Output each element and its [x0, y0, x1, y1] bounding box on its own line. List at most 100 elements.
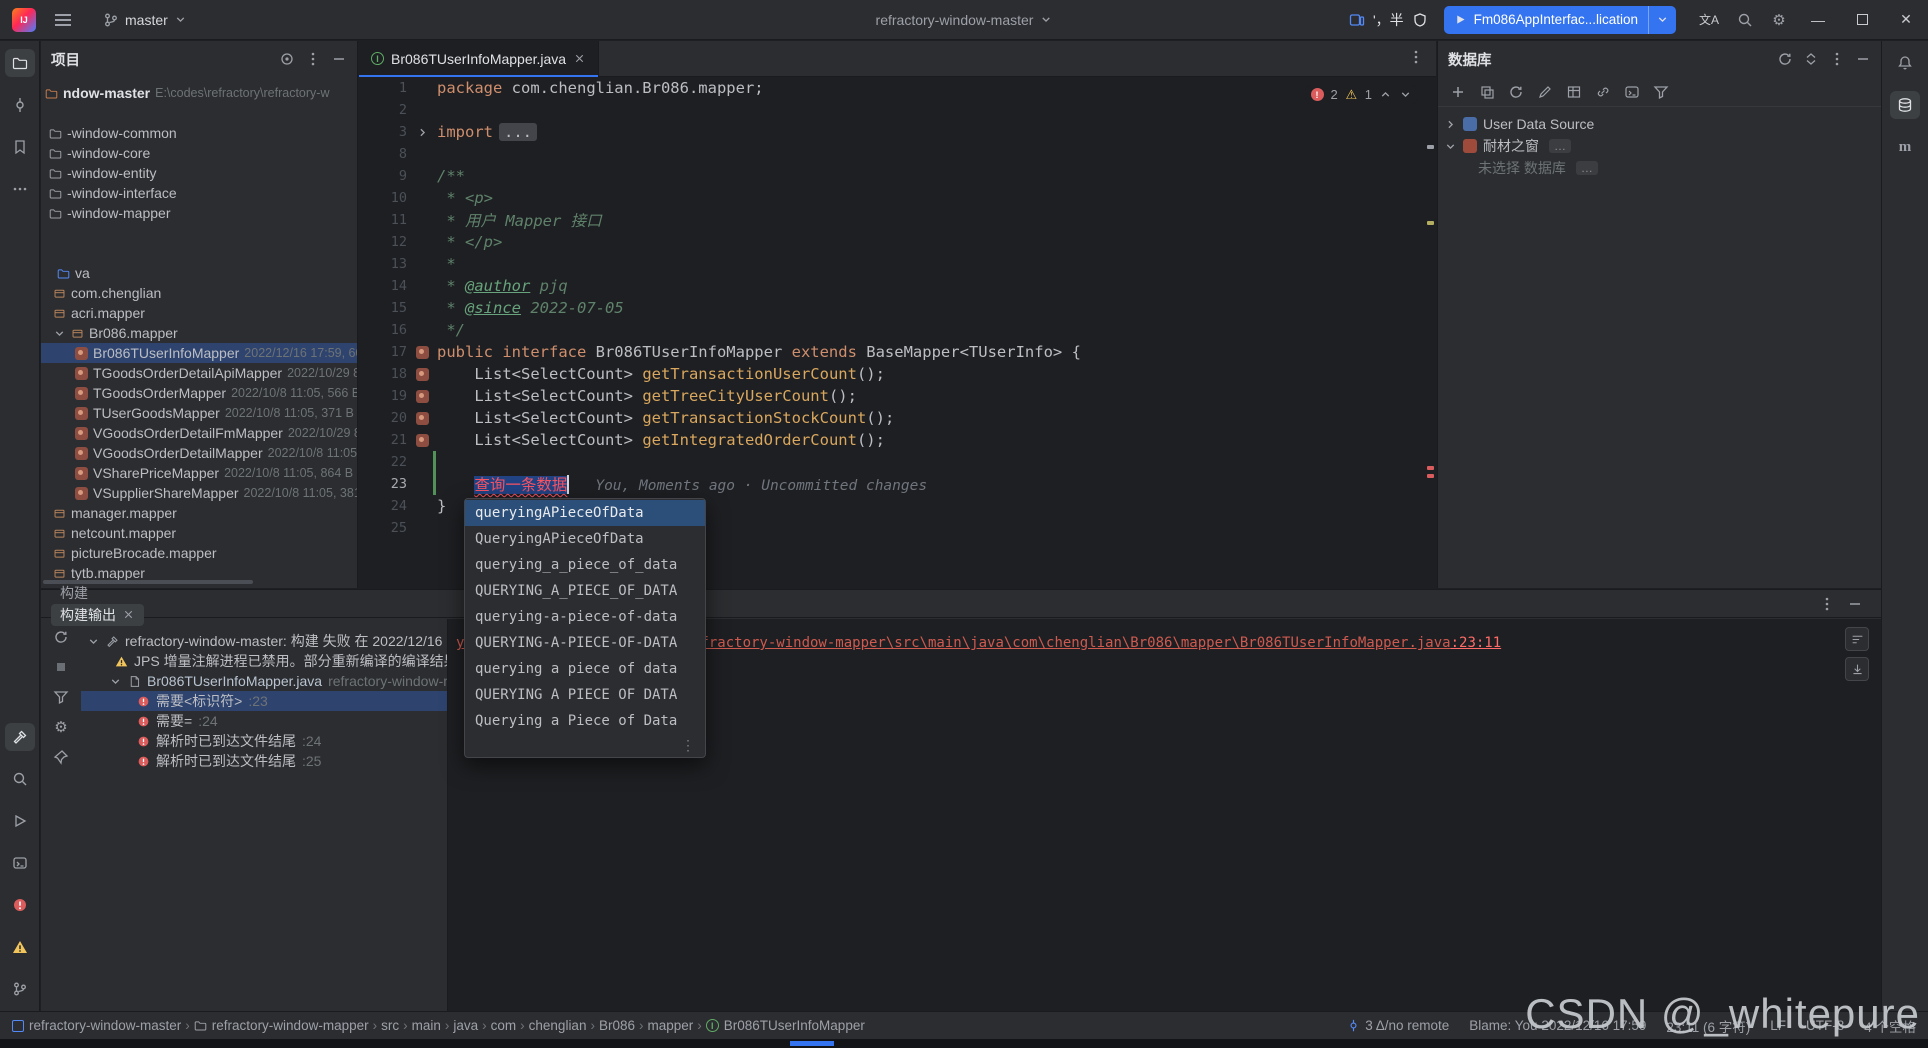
breadcrumb-item[interactable]: I Br086TUserInfoMapper — [705, 1018, 865, 1033]
hide-panel-icon[interactable] — [331, 51, 347, 67]
build-message-row[interactable]: refractory-window-master: 构建 失败 在 2022/1… — [81, 631, 447, 651]
tool-stripe-m-text[interactable]: m — [1890, 133, 1920, 161]
tool-stripe-bookmark[interactable] — [5, 133, 35, 161]
hide-panel-icon[interactable] — [1847, 596, 1863, 612]
breadcrumb-item[interactable]: mapper — [647, 1018, 693, 1033]
tool-stripe-branch[interactable] — [5, 975, 35, 1003]
caret-stripe-mark[interactable] — [1427, 145, 1434, 149]
build-tab[interactable]: 构建 — [51, 582, 144, 604]
rerun-build-icon[interactable] — [53, 629, 69, 645]
tree-item[interactable]: acri.mapper — [41, 303, 357, 323]
inspections-widget[interactable]: ! 2 ⚠ 1 — [1304, 85, 1418, 104]
mybatis-gutter-icon[interactable] — [415, 367, 429, 381]
taskbar-active-app[interactable] — [790, 1041, 834, 1046]
code-line[interactable]: 12 * </p> — [359, 231, 1436, 253]
completion-item[interactable]: querying_a_piece_of_data — [465, 552, 705, 578]
collapse-all-icon[interactable] — [1803, 51, 1819, 67]
breadcrumb-item[interactable]: refractory-window-mapper — [194, 1018, 369, 1033]
expand-down-icon[interactable] — [53, 327, 66, 340]
tree-item[interactable]: TGoodsOrderMapper 2022/10/8 11:05, 566 B — [41, 383, 357, 403]
warning-stripe-mark[interactable] — [1427, 221, 1434, 225]
tool-stripe-play[interactable] — [5, 807, 35, 835]
breadcrumb-item[interactable]: main — [412, 1018, 441, 1033]
pin-tab-icon[interactable] — [53, 749, 69, 765]
breadcrumb-item[interactable]: java — [453, 1018, 478, 1033]
completion-item[interactable]: queryingAPieceOfData — [465, 500, 705, 526]
prev-problem-icon[interactable] — [1379, 88, 1392, 101]
code-line[interactable]: 10 * <p> — [359, 187, 1436, 209]
build-message-row[interactable]: 解析时已到达文件结尾 :24 — [81, 731, 447, 751]
tool-stripe-commit[interactable] — [5, 91, 35, 119]
tree-item[interactable] — [41, 223, 357, 243]
project-selector[interactable]: refractory-window-master — [876, 12, 1053, 28]
code-line[interactable]: 22 — [359, 451, 1436, 473]
filter-icon[interactable] — [1653, 84, 1669, 100]
tree-item[interactable]: -window-mapper — [41, 203, 357, 223]
completion-item[interactable]: QueryingAPieceOfData — [465, 526, 705, 552]
tool-stripe-hammer[interactable] — [4, 723, 35, 751]
tree-item[interactable] — [41, 243, 357, 263]
tree-item[interactable]: VSharePriceMapper 2022/10/8 11:05, 864 B — [41, 463, 357, 483]
edit-source-icon[interactable] — [1537, 84, 1553, 100]
git-branch-widget[interactable]: master — [94, 5, 196, 35]
mybatis-gutter-icon[interactable] — [415, 411, 429, 425]
tree-item[interactable]: va — [41, 263, 357, 283]
refresh-icon[interactable] — [1508, 84, 1524, 100]
build-message-row[interactable]: 解析时已到达文件结尾 :25 — [81, 751, 447, 771]
sync-database-icon[interactable] — [1777, 51, 1793, 67]
expand-down-icon[interactable] — [87, 635, 100, 648]
expand-down-icon[interactable] — [1444, 140, 1457, 153]
build-message-row[interactable]: 需要= :24 — [81, 711, 447, 731]
completion-item[interactable]: querying a piece of data — [465, 656, 705, 682]
run-config-chevron[interactable] — [1649, 13, 1676, 26]
code-line[interactable]: 17 public interface Br086TUserInfoMapper … — [359, 341, 1436, 363]
window-maximize-button[interactable] — [1840, 0, 1884, 40]
tree-item[interactable]: Br086.mapper — [41, 323, 357, 343]
code-line[interactable]: 19 List<SelectCount> getTreeCityUserCoun… — [359, 385, 1436, 407]
tree-item[interactable]: VGoodsOrderDetailMapper 2022/10/8 11:05,… — [41, 443, 357, 463]
completion-item[interactable]: Querying a Piece of Data — [465, 708, 705, 734]
stop-build-icon[interactable] — [53, 659, 69, 675]
close-tab-icon[interactable] — [573, 52, 586, 65]
breadcrumb-item[interactable]: refractory-window-master — [12, 1018, 181, 1033]
code-line[interactable]: 11 * 用户 Mapper 接口 — [359, 209, 1436, 231]
tree-item[interactable]: manager.mapper — [41, 503, 357, 523]
tree-item[interactable]: -window-entity — [41, 163, 357, 183]
window-minimize-button[interactable]: — — [1796, 0, 1840, 40]
code-line[interactable]: 15 * @since 2022-07-05 — [359, 297, 1436, 319]
tool-stripe-terminal[interactable] — [5, 849, 35, 877]
tool-stripe-folder[interactable] — [4, 49, 35, 77]
code-line[interactable]: 14 * @author pjq — [359, 275, 1436, 297]
link-icon[interactable] — [1595, 84, 1611, 100]
tree-item[interactable]: -window-common — [41, 123, 357, 143]
soft-wrap-button[interactable] — [1845, 627, 1869, 651]
completion-item[interactable]: QUERYING A PIECE OF DATA — [465, 682, 705, 708]
tree-item[interactable]: VGoodsOrderDetailFmMapper 2022/10/29 8:3 — [41, 423, 357, 443]
code-line[interactable]: 16 */ — [359, 319, 1436, 341]
run-configuration-button[interactable]: Fm086AppInterfac...lication — [1443, 5, 1676, 34]
build-message-row[interactable]: JPS 增量注解进程已禁用。部分重新编译的编译结果可能不准确... — [81, 651, 447, 671]
tree-item[interactable]: pictureBrocade.mapper — [41, 543, 357, 563]
breadcrumb-item[interactable]: com — [491, 1018, 517, 1033]
mybatis-gutter-icon[interactable] — [415, 389, 429, 403]
more-options-icon[interactable] — [305, 51, 321, 67]
tool-stripe-dots-h[interactable] — [5, 175, 35, 203]
tree-item[interactable]: ndow-master E:\codes\refractory\refracto… — [41, 83, 357, 103]
error-stripe-mark[interactable] — [1427, 466, 1434, 470]
mybatis-gutter-icon[interactable] — [415, 433, 429, 447]
database-tree-item[interactable]: 未选择 数据库… — [1438, 157, 1881, 179]
next-problem-icon[interactable] — [1399, 88, 1412, 101]
settings-button[interactable]: ⚙ — [1762, 5, 1796, 35]
breadcrumb-item[interactable]: Br086 — [599, 1018, 635, 1033]
locate-file-icon[interactable] — [279, 51, 295, 67]
completion-item[interactable]: QUERYING-A-PIECE-OF-DATA — [465, 630, 705, 656]
console-icon[interactable] — [1624, 84, 1640, 100]
tree-item[interactable] — [41, 103, 357, 123]
panel-more-icon[interactable] — [1819, 596, 1835, 612]
add-datasource-icon[interactable] — [1450, 84, 1466, 100]
ime-status[interactable]: '，半 — [1349, 10, 1428, 30]
tool-stripe-db[interactable] — [1890, 91, 1920, 119]
tool-stripe-bell[interactable] — [1890, 49, 1920, 77]
code-line[interactable]: 8 — [359, 143, 1436, 165]
code-line[interactable]: 18 List<SelectCount> getTransactionUserC… — [359, 363, 1436, 385]
